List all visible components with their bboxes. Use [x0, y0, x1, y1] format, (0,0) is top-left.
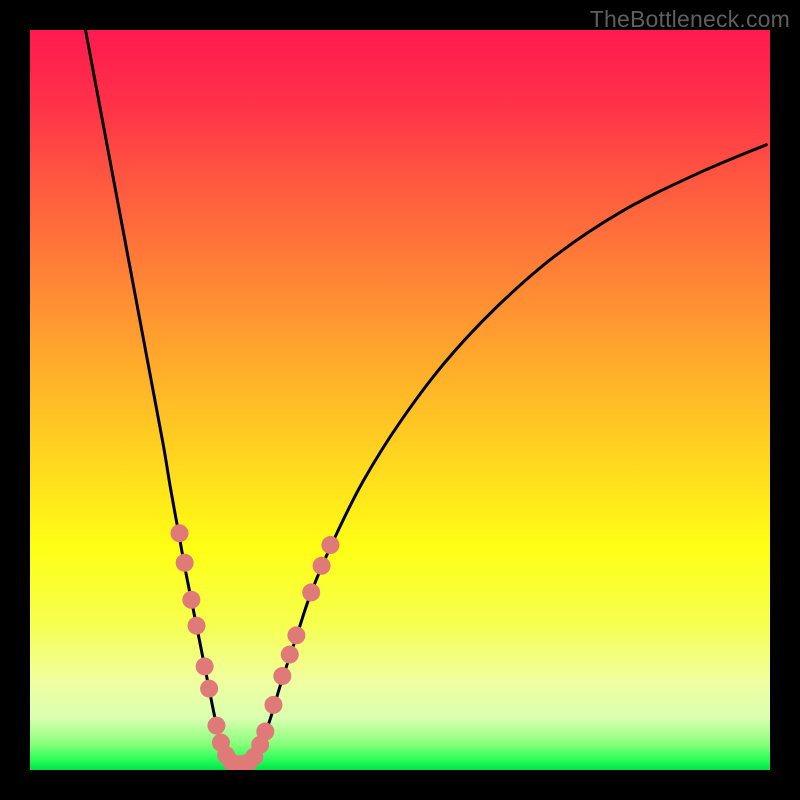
data-point [287, 626, 305, 644]
chart-svg [30, 30, 770, 770]
plot-area [30, 30, 770, 770]
data-point [207, 717, 225, 735]
watermark-text: TheBottleneck.com [590, 6, 790, 33]
gradient-background [30, 30, 770, 770]
chart-frame: TheBottleneck.com [0, 0, 800, 800]
data-point [256, 723, 274, 741]
data-point [264, 696, 282, 714]
data-point [200, 680, 218, 698]
data-point [196, 657, 214, 675]
data-point [302, 583, 320, 601]
data-point [313, 557, 331, 575]
data-point [176, 554, 194, 572]
data-point [273, 667, 291, 685]
data-point [182, 591, 200, 609]
data-point [281, 646, 299, 664]
data-point [321, 536, 339, 554]
data-point [188, 617, 206, 635]
data-point [170, 524, 188, 542]
